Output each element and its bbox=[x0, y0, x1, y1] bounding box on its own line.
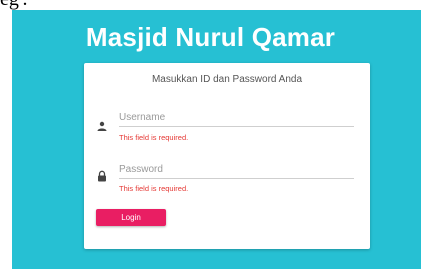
username-input[interactable] bbox=[119, 108, 354, 127]
password-error: This field is required. bbox=[119, 184, 189, 193]
person-icon bbox=[96, 119, 108, 131]
login-button[interactable]: Login bbox=[96, 209, 166, 226]
lock-icon bbox=[96, 169, 108, 182]
app-title: Masjid Nurul Qamar bbox=[85, 22, 336, 52]
username-error: This field is required. bbox=[119, 133, 189, 142]
login-instructions: Masukkan ID dan Password Anda bbox=[151, 74, 303, 85]
password-input[interactable] bbox=[119, 160, 354, 179]
login-card: Masukkan ID dan Password Anda This field… bbox=[84, 63, 370, 249]
